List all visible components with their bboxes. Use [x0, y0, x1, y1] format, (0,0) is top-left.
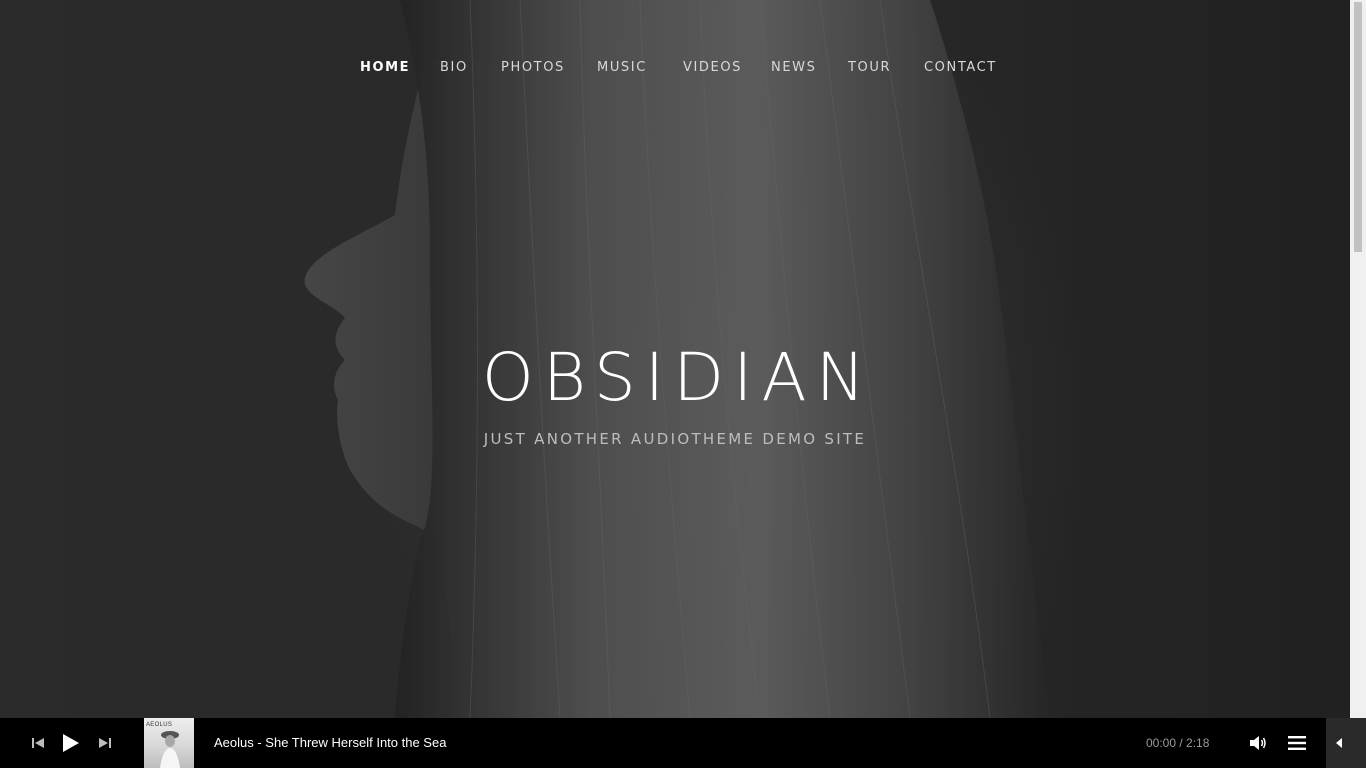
hero-section: HOME BIO PHOTOS MUSIC VIDEOS NEWS TOUR C… — [0, 0, 1350, 718]
site-tagline: JUST ANOTHER AUDIOTHEME DEMO SITE — [483, 430, 867, 448]
album-art: AEOLUS — [144, 718, 194, 768]
previous-track-button[interactable] — [31, 736, 45, 750]
nav-item-videos[interactable]: VIDEOS — [683, 60, 742, 75]
play-icon — [63, 734, 79, 752]
toggle-player-button[interactable] — [1326, 718, 1366, 768]
current-time: 00:00 — [1146, 736, 1177, 750]
next-icon — [99, 738, 111, 748]
play-button[interactable] — [62, 733, 80, 753]
track-duration: 2:18 — [1186, 736, 1210, 750]
nav-item-tour[interactable]: TOUR — [848, 60, 891, 75]
previous-icon — [32, 738, 44, 748]
nav-item-photos[interactable]: PHOTOS — [501, 60, 565, 75]
album-art-figure — [160, 731, 180, 768]
volume-button[interactable] — [1249, 735, 1267, 751]
nav-item-home[interactable]: HOME — [360, 60, 410, 75]
current-track-title: Aeolus - She Threw Herself Into the Sea — [214, 735, 447, 750]
page-scrollbar[interactable] — [1350, 0, 1366, 718]
nav-item-music[interactable]: MUSIC — [597, 60, 647, 75]
next-track-button[interactable] — [98, 736, 112, 750]
volume-icon — [1250, 736, 1266, 750]
playlist-icon — [1288, 736, 1306, 750]
nav-item-contact[interactable]: CONTACT — [924, 60, 997, 75]
time-separator: / — [1176, 736, 1187, 750]
nav-item-news[interactable]: NEWS — [771, 60, 816, 75]
scrollbar-thumb[interactable] — [1354, 2, 1362, 252]
chevron-left-icon — [1336, 738, 1342, 748]
nav-item-bio[interactable]: BIO — [440, 60, 468, 75]
site-title[interactable]: OBSIDIAN — [0, 338, 1350, 418]
main-navigation: HOME BIO PHOTOS MUSIC VIDEOS NEWS TOUR C… — [0, 60, 1350, 82]
playlist-button[interactable] — [1288, 735, 1306, 751]
playback-time: 00:00 / 2:18 — [1146, 736, 1209, 750]
audio-player-bar: AEOLUS Aeolus - She Threw Herself Into t… — [0, 718, 1366, 768]
